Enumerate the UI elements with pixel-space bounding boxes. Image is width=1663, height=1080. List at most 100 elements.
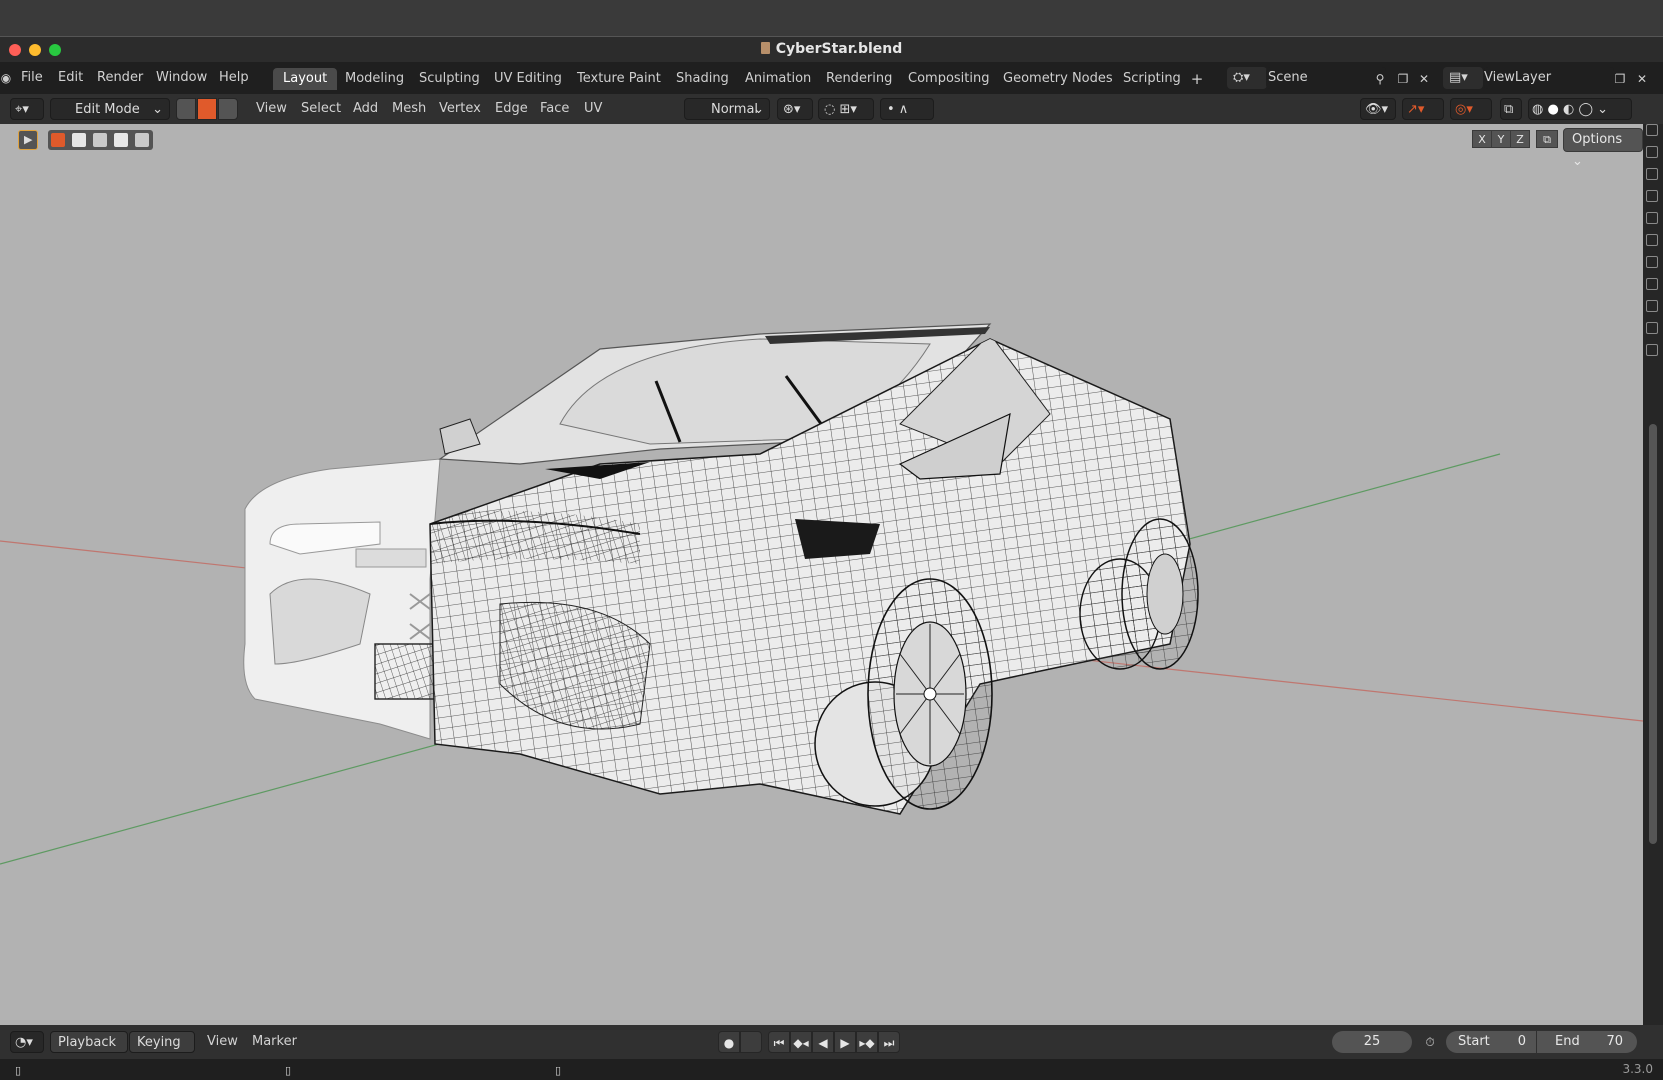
vertex-select-mode-button[interactable] — [176, 98, 196, 120]
jump-to-prev-keyframe-button[interactable]: ◆◂ — [790, 1031, 812, 1053]
scrollbar-thumb[interactable] — [1649, 424, 1657, 844]
options-dropdown[interactable]: Options ⌄ — [1563, 128, 1643, 169]
wireframe-shading-icon[interactable]: ◍ — [1532, 102, 1543, 117]
eye-icon: 👁▾ — [1365, 102, 1389, 117]
edge-select-mode-button[interactable] — [197, 98, 217, 120]
shading-mode-group[interactable]: ◍ ● ◐ ◯ ⌄ — [1528, 98, 1632, 120]
menu-file[interactable]: File — [21, 70, 43, 85]
view-layer-field[interactable]: ViewLayer — [1484, 67, 1614, 89]
auto-keying-options-button[interactable] — [740, 1031, 762, 1053]
3d-viewport[interactable]: ▶ X Y Z ⧉ Options ⌄ — [0, 124, 1643, 1025]
add-workspace-button[interactable]: + — [1187, 69, 1207, 89]
end-frame-field[interactable]: End 70 — [1537, 1031, 1637, 1053]
tab-uv-editing[interactable]: UV Editing — [484, 68, 572, 90]
play-reverse-button[interactable]: ◀ — [812, 1031, 834, 1053]
material-shading-icon[interactable]: ◐ — [1563, 102, 1574, 117]
header-menu-select[interactable]: Select — [301, 101, 341, 116]
visibility-dropdown[interactable]: 👁▾ — [1360, 98, 1396, 120]
tab-modeling[interactable]: Modeling — [335, 68, 414, 90]
header-menu-uv[interactable]: UV — [584, 101, 602, 116]
tab-geometry-nodes[interactable]: Geometry Nodes — [993, 68, 1123, 90]
overlay-toggle[interactable]: ◎▾ — [1450, 98, 1492, 120]
scene-properties-icon[interactable] — [1646, 212, 1658, 224]
chevron-down-icon[interactable]: ⌄ — [1597, 102, 1608, 117]
mode-dropdown[interactable]: Edit Mode ⌄ — [50, 98, 170, 120]
delete-scene-icon[interactable]: ✕ — [1414, 69, 1434, 89]
record-button[interactable]: ● — [718, 1031, 740, 1053]
tab-sculpting[interactable]: Sculpting — [409, 68, 490, 90]
output-properties-icon[interactable] — [1646, 168, 1658, 180]
pin-icon[interactable]: ⚲ — [1370, 69, 1390, 89]
face-select-mode-button[interactable] — [218, 98, 238, 120]
header-menu-edge[interactable]: Edge — [495, 101, 528, 116]
menu-render[interactable]: Render — [97, 70, 143, 85]
menu-edit[interactable]: Edit — [58, 70, 83, 85]
mesh-symmetry-icon[interactable]: ⧉ — [1536, 130, 1558, 148]
keying-dropdown[interactable]: Keying ⌄ — [129, 1031, 195, 1072]
header-menu-mesh[interactable]: Mesh — [392, 101, 426, 116]
select-new-icon[interactable] — [51, 133, 65, 147]
select-subtract-icon[interactable] — [93, 133, 107, 147]
timeline-menu-view[interactable]: View — [207, 1034, 238, 1049]
mirror-x-toggle[interactable]: X — [1472, 130, 1492, 148]
tab-rendering[interactable]: Rendering — [816, 68, 902, 90]
delete-view-layer-icon[interactable]: ✕ — [1632, 69, 1652, 89]
select-intersect-icon[interactable] — [135, 133, 149, 147]
xray-toggle[interactable]: ⧉ — [1500, 98, 1522, 120]
select-invert-icon[interactable] — [114, 133, 128, 147]
render-properties-icon[interactable] — [1646, 146, 1658, 158]
timeline-menu-marker[interactable]: Marker — [252, 1034, 297, 1049]
header-menu-add[interactable]: Add — [353, 101, 378, 116]
rendered-shading-icon[interactable]: ◯ — [1578, 102, 1593, 117]
mirror-z-toggle[interactable]: Z — [1510, 130, 1530, 148]
mirror-y-toggle[interactable]: Y — [1491, 130, 1511, 148]
record-icon: ● — [723, 1036, 735, 1050]
constraint-properties-icon[interactable] — [1646, 322, 1658, 334]
physics-properties-icon[interactable] — [1646, 300, 1658, 312]
menu-help[interactable]: Help — [219, 70, 249, 85]
current-frame-field[interactable]: 25 — [1332, 1031, 1412, 1053]
timeline-editor-type-button[interactable]: ◔▾ — [10, 1031, 44, 1053]
snapping-dropdown[interactable]: ◌ ⊞▾ — [818, 98, 874, 120]
select-extend-icon[interactable] — [72, 133, 86, 147]
tab-layout[interactable]: Layout — [273, 68, 338, 90]
transform-orientation-dropdown[interactable]: Normal ⌄ — [684, 98, 770, 120]
modifier-properties-icon[interactable] — [1646, 278, 1658, 290]
jump-to-end-button[interactable]: ⏭ — [878, 1031, 900, 1053]
scene-selector-button[interactable]: ⛭▾ — [1227, 67, 1267, 89]
editor-type-button[interactable]: ⌖▾ — [10, 98, 44, 120]
tool-settings-icon[interactable] — [1646, 124, 1658, 136]
view-layer-selector-button[interactable]: ▤▾ — [1443, 67, 1483, 89]
viewport-header: ⌖▾ Edit Mode ⌄ View Select Add Mesh Vert… — [0, 94, 1663, 124]
pivot-point-dropdown[interactable]: ⊛▾ — [777, 98, 813, 120]
header-menu-face[interactable]: Face — [540, 101, 569, 116]
play-button[interactable]: ▶ — [834, 1031, 856, 1053]
object-properties-icon[interactable] — [1646, 256, 1658, 268]
next-keyframe-icon: ▸◆ — [859, 1036, 875, 1050]
select-tool-button[interactable]: ▶ — [18, 130, 38, 150]
properties-scroll-strip[interactable] — [1643, 124, 1663, 1025]
proportional-editing-button[interactable]: • ∧ — [880, 98, 934, 120]
solid-shading-icon[interactable]: ● — [1547, 102, 1558, 117]
view-layer-properties-icon[interactable] — [1646, 190, 1658, 202]
tab-animation[interactable]: Animation — [735, 68, 821, 90]
jump-to-start-button[interactable]: ⏮ — [768, 1031, 790, 1053]
world-properties-icon[interactable] — [1646, 234, 1658, 246]
start-frame-field[interactable]: Start 0 — [1446, 1031, 1536, 1053]
tab-scripting[interactable]: Scripting — [1113, 68, 1191, 90]
tab-texture-paint[interactable]: Texture Paint — [567, 68, 671, 90]
menu-window[interactable]: Window — [156, 70, 207, 85]
gizmo-toggle[interactable]: ↗▾ — [1402, 98, 1444, 120]
tab-compositing[interactable]: Compositing — [898, 68, 1000, 90]
blender-logo-icon[interactable]: ◉ — [0, 68, 16, 88]
playback-dropdown[interactable]: Playback ⌄ — [50, 1031, 128, 1072]
new-view-layer-icon[interactable]: ❐ — [1610, 69, 1630, 89]
header-menu-vertex[interactable]: Vertex — [439, 101, 481, 116]
stopwatch-icon[interactable]: ⏱ — [1420, 1032, 1440, 1052]
jump-to-next-keyframe-button[interactable]: ▸◆ — [856, 1031, 878, 1053]
header-menu-view[interactable]: View — [256, 101, 287, 116]
data-properties-icon[interactable] — [1646, 344, 1658, 356]
scene-name-field[interactable]: Scene — [1266, 67, 1386, 89]
new-scene-icon[interactable]: ❐ — [1393, 69, 1413, 89]
tab-shading[interactable]: Shading — [666, 68, 739, 90]
